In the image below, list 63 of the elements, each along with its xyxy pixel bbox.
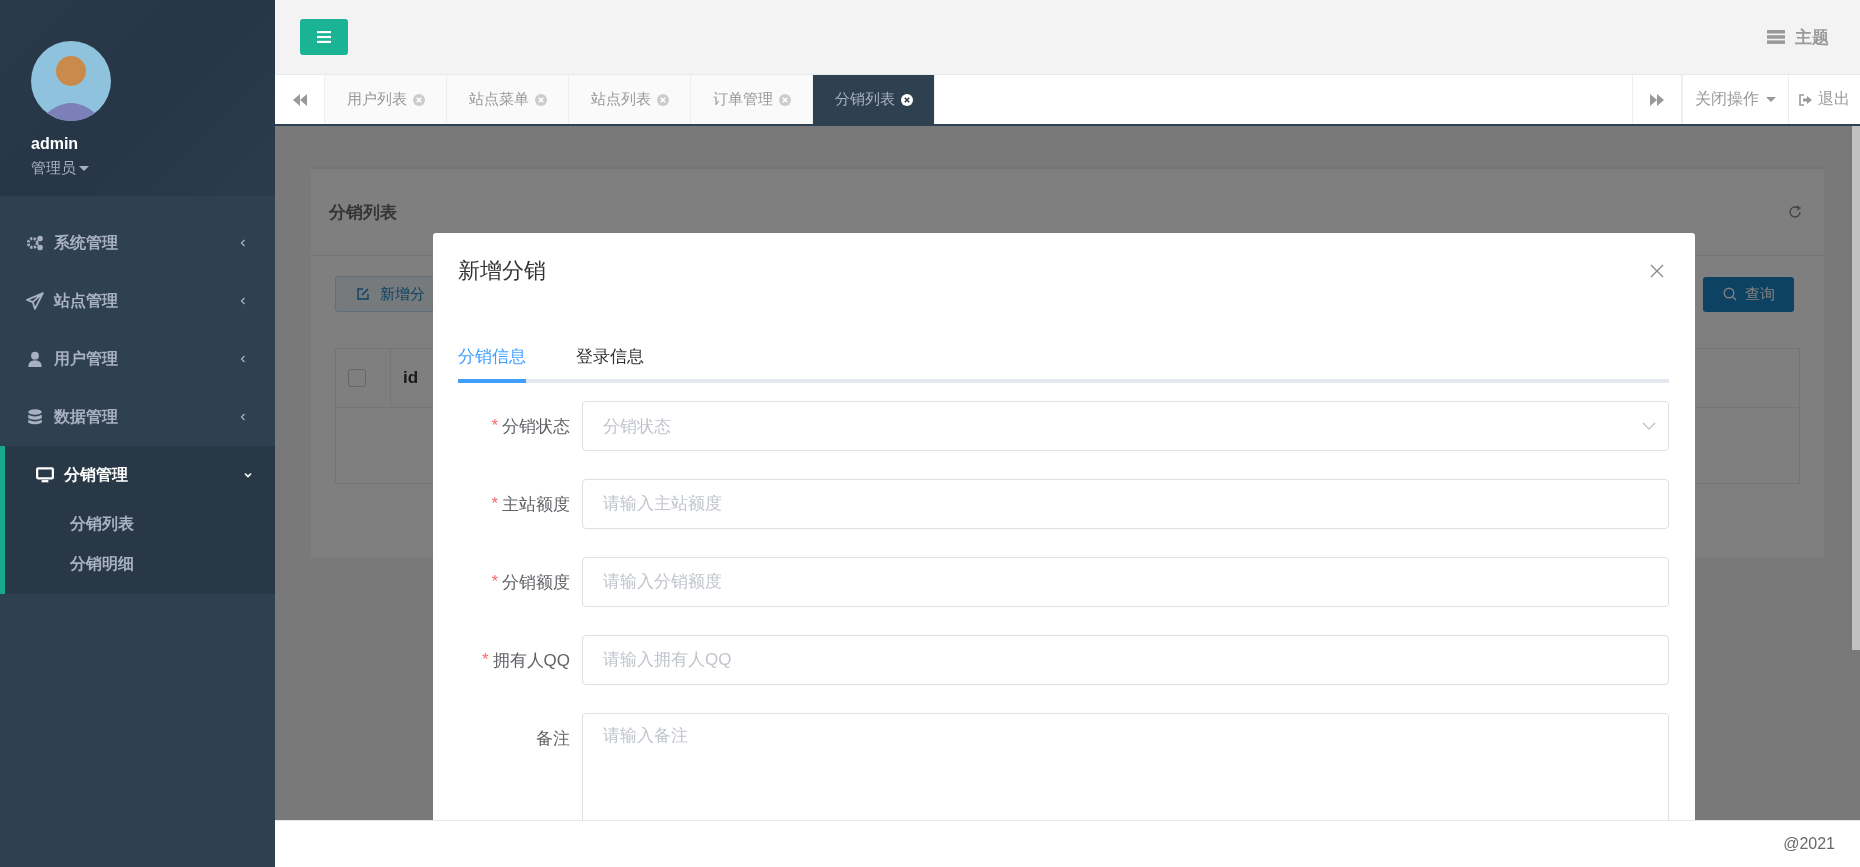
database-icon [26, 408, 44, 426]
required-mark: * [491, 416, 498, 436]
scrollbar[interactable] [1852, 126, 1860, 650]
sign-out-icon [1799, 93, 1813, 106]
page-tab[interactable]: 站点菜单 [447, 75, 569, 124]
caret-icon [79, 166, 89, 171]
menu-item[interactable]: 站点管理 [0, 272, 270, 330]
column-header[interactable]: id [391, 349, 431, 407]
menu-icon [317, 31, 331, 43]
field-label: 拥有人QQ [492, 649, 570, 672]
input-field[interactable]: 请输入拥有人QQ [582, 635, 1669, 685]
double-left-icon [292, 93, 307, 106]
input-field[interactable]: 请输入分销额度 [582, 557, 1669, 607]
list-icon [1767, 30, 1785, 44]
scroll-right-button[interactable] [1632, 75, 1682, 124]
paper-plane-icon [26, 292, 44, 310]
double-right-icon [1650, 93, 1664, 106]
role-dropdown[interactable]: 管理员 [31, 159, 89, 178]
required-mark: * [481, 650, 489, 670]
menu-button[interactable] [300, 19, 348, 55]
close-icon[interactable] [900, 93, 913, 106]
field-label: 分销状态 [502, 415, 570, 438]
chevron-icon [238, 354, 248, 364]
textarea-field[interactable]: 请输入备注 [582, 713, 1669, 820]
theme-button[interactable]: 主题 [1767, 25, 1829, 49]
submenu-item[interactable]: 分销明细 [5, 544, 134, 584]
input-field[interactable]: 请输入主站额度 [582, 479, 1669, 529]
required-mark: * [491, 494, 498, 514]
caret-icon [1766, 97, 1776, 102]
chevron-down-icon [1642, 422, 1656, 430]
field-label: 分销额度 [502, 571, 570, 594]
submenu-item[interactable]: 分销列表 [5, 504, 134, 544]
field-label: 主站额度 [502, 493, 570, 516]
form-tab[interactable]: 登录信息 [576, 333, 644, 383]
monitor-icon [36, 466, 54, 484]
query-button[interactable]: 查询 [1703, 276, 1794, 312]
form-tab[interactable]: 分销信息 [458, 333, 526, 383]
page-tab[interactable]: 用户列表 [325, 75, 447, 124]
search-icon [1722, 287, 1737, 301]
dialog-title: 新增分销 [458, 256, 546, 285]
chevron-icon [238, 412, 248, 422]
page-tab[interactable]: 分销列表 [813, 75, 935, 124]
edit-icon [356, 287, 370, 301]
user-name: admin [31, 135, 79, 153]
user-icon [26, 350, 44, 368]
menu-item[interactable]: 数据管理 [0, 388, 270, 446]
chevron-icon [238, 238, 248, 248]
page-tab[interactable]: 订单管理 [691, 75, 813, 124]
chevron-icon [243, 470, 253, 480]
page-tab[interactable]: 站点列表 [569, 75, 691, 124]
field-label: 备注 [536, 727, 570, 750]
menu-item[interactable]: 系统管理 [0, 214, 270, 272]
chevron-icon [238, 296, 248, 306]
gears-icon [26, 234, 44, 252]
logout-button[interactable]: 退出 [1788, 75, 1860, 124]
required-mark: * [491, 572, 498, 592]
close-operations-dropdown[interactable]: 关闭操作 [1682, 75, 1788, 124]
menu-item[interactable]: 用户管理 [0, 330, 270, 388]
panel-title: 分销列表 [329, 201, 397, 224]
refresh-icon[interactable] [1788, 205, 1802, 219]
checkbox[interactable] [348, 369, 366, 387]
menu-item[interactable]: 分销管理 [5, 446, 275, 504]
copyright-text: @2021 [1783, 835, 1835, 853]
